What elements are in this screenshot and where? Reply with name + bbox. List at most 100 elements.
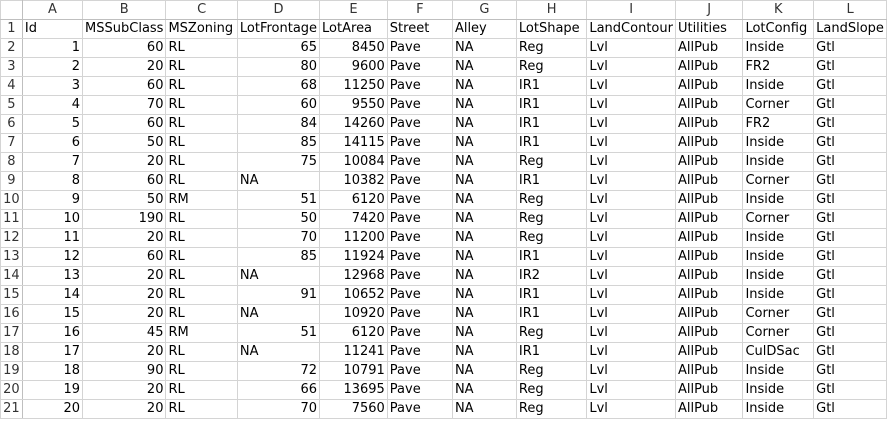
cell[interactable]: Reg — [515, 399, 588, 419]
cell[interactable]: RL — [165, 247, 238, 267]
cell[interactable]: 72 — [236, 361, 321, 381]
cell[interactable]: 11 — [21, 228, 84, 248]
cell[interactable]: NA — [451, 361, 517, 381]
cell[interactable]: Gtl — [813, 323, 887, 343]
cell[interactable]: MSZoning — [165, 19, 238, 39]
cell[interactable]: Inside — [742, 361, 815, 381]
cell[interactable]: RL — [165, 38, 238, 58]
cell[interactable]: Gtl — [813, 342, 887, 362]
cell[interactable]: Lvl — [586, 76, 676, 96]
cell[interactable]: 60 — [236, 95, 321, 115]
cell[interactable]: AllPub — [674, 95, 744, 115]
cell[interactable]: Pave — [386, 399, 453, 419]
cell[interactable]: 70 — [236, 399, 321, 419]
cell[interactable]: Pave — [386, 247, 453, 267]
cell[interactable]: 60 — [82, 76, 167, 96]
cell[interactable]: Inside — [742, 190, 815, 210]
cell[interactable]: 84 — [236, 114, 321, 134]
cell[interactable]: 10 — [21, 209, 84, 229]
cell[interactable]: 17 — [21, 342, 84, 362]
cell[interactable]: 10920 — [319, 304, 388, 324]
cell[interactable]: 13695 — [319, 380, 388, 400]
cell[interactable]: 7 — [21, 152, 84, 172]
cell[interactable]: 20 — [82, 285, 167, 305]
cell[interactable]: 68 — [236, 76, 321, 96]
cell[interactable]: 70 — [82, 95, 167, 115]
cell[interactable]: Reg — [515, 323, 588, 343]
column-header[interactable]: A — [21, 0, 84, 20]
cell[interactable]: AllPub — [674, 266, 744, 286]
cell[interactable]: 10791 — [319, 361, 388, 381]
cell[interactable]: AllPub — [674, 342, 744, 362]
cell[interactable]: Lvl — [586, 399, 676, 419]
row-header[interactable]: 14 — [0, 266, 23, 286]
row-header[interactable]: 15 — [0, 285, 23, 305]
cell[interactable]: AllPub — [674, 247, 744, 267]
cell[interactable]: Lvl — [586, 190, 676, 210]
cell[interactable]: 1 — [21, 38, 84, 58]
cell[interactable]: 8 — [21, 171, 84, 191]
cell[interactable]: IR1 — [515, 304, 588, 324]
cell[interactable]: IR1 — [515, 114, 588, 134]
cell[interactable]: Inside — [742, 380, 815, 400]
cell[interactable]: Inside — [742, 152, 815, 172]
cell[interactable]: 190 — [82, 209, 167, 229]
cell[interactable]: RM — [165, 190, 238, 210]
cell[interactable]: Inside — [742, 133, 815, 153]
cell[interactable]: NA — [451, 57, 517, 77]
row-header[interactable]: 1 — [0, 19, 23, 39]
cell[interactable]: 20 — [82, 304, 167, 324]
cell[interactable]: AllPub — [674, 57, 744, 77]
cell[interactable]: NA — [451, 171, 517, 191]
cell[interactable]: 14260 — [319, 114, 388, 134]
cell[interactable]: 11250 — [319, 76, 388, 96]
cell[interactable]: NA — [451, 114, 517, 134]
cell[interactable]: 11200 — [319, 228, 388, 248]
cell[interactable]: 11924 — [319, 247, 388, 267]
cell[interactable]: 90 — [82, 361, 167, 381]
cell[interactable]: Inside — [742, 247, 815, 267]
cell[interactable]: Pave — [386, 380, 453, 400]
cell[interactable]: 91 — [236, 285, 321, 305]
cell[interactable]: RL — [165, 342, 238, 362]
cell[interactable]: Inside — [742, 285, 815, 305]
cell[interactable]: NA — [451, 399, 517, 419]
cell[interactable]: 75 — [236, 152, 321, 172]
cell[interactable]: 13 — [21, 266, 84, 286]
cell[interactable]: NA — [451, 190, 517, 210]
cell[interactable]: RL — [165, 152, 238, 172]
cell[interactable]: Lvl — [586, 323, 676, 343]
row-header[interactable]: 19 — [0, 361, 23, 381]
column-header[interactable]: I — [586, 0, 676, 20]
row-header[interactable]: 17 — [0, 323, 23, 343]
cell[interactable]: 9600 — [319, 57, 388, 77]
cell[interactable]: 7560 — [319, 399, 388, 419]
cell[interactable]: Corner — [742, 323, 815, 343]
cell[interactable]: Gtl — [813, 209, 887, 229]
cell[interactable]: Lvl — [586, 114, 676, 134]
row-header[interactable]: 7 — [0, 133, 23, 153]
cell[interactable]: Inside — [742, 266, 815, 286]
cell[interactable]: 16 — [21, 323, 84, 343]
cell[interactable]: CulDSac — [742, 342, 815, 362]
cell[interactable]: RL — [165, 228, 238, 248]
cell[interactable]: Gtl — [813, 38, 887, 58]
cell[interactable]: 9550 — [319, 95, 388, 115]
cell[interactable]: Pave — [386, 361, 453, 381]
cell[interactable]: RL — [165, 380, 238, 400]
cell[interactable]: 20 — [82, 342, 167, 362]
cell[interactable]: 80 — [236, 57, 321, 77]
cell[interactable]: Pave — [386, 171, 453, 191]
cell[interactable]: IR1 — [515, 285, 588, 305]
cell[interactable]: NA — [451, 133, 517, 153]
cell[interactable]: Gtl — [813, 95, 887, 115]
cell[interactable]: Corner — [742, 171, 815, 191]
cell[interactable]: 3 — [21, 76, 84, 96]
cell[interactable]: 20 — [82, 266, 167, 286]
cell[interactable]: 4 — [21, 95, 84, 115]
cell[interactable]: LotFrontage — [236, 19, 321, 39]
cell[interactable]: IR1 — [515, 95, 588, 115]
column-header[interactable]: G — [451, 0, 517, 20]
cell[interactable]: NA — [451, 247, 517, 267]
row-header[interactable]: 10 — [0, 190, 23, 210]
